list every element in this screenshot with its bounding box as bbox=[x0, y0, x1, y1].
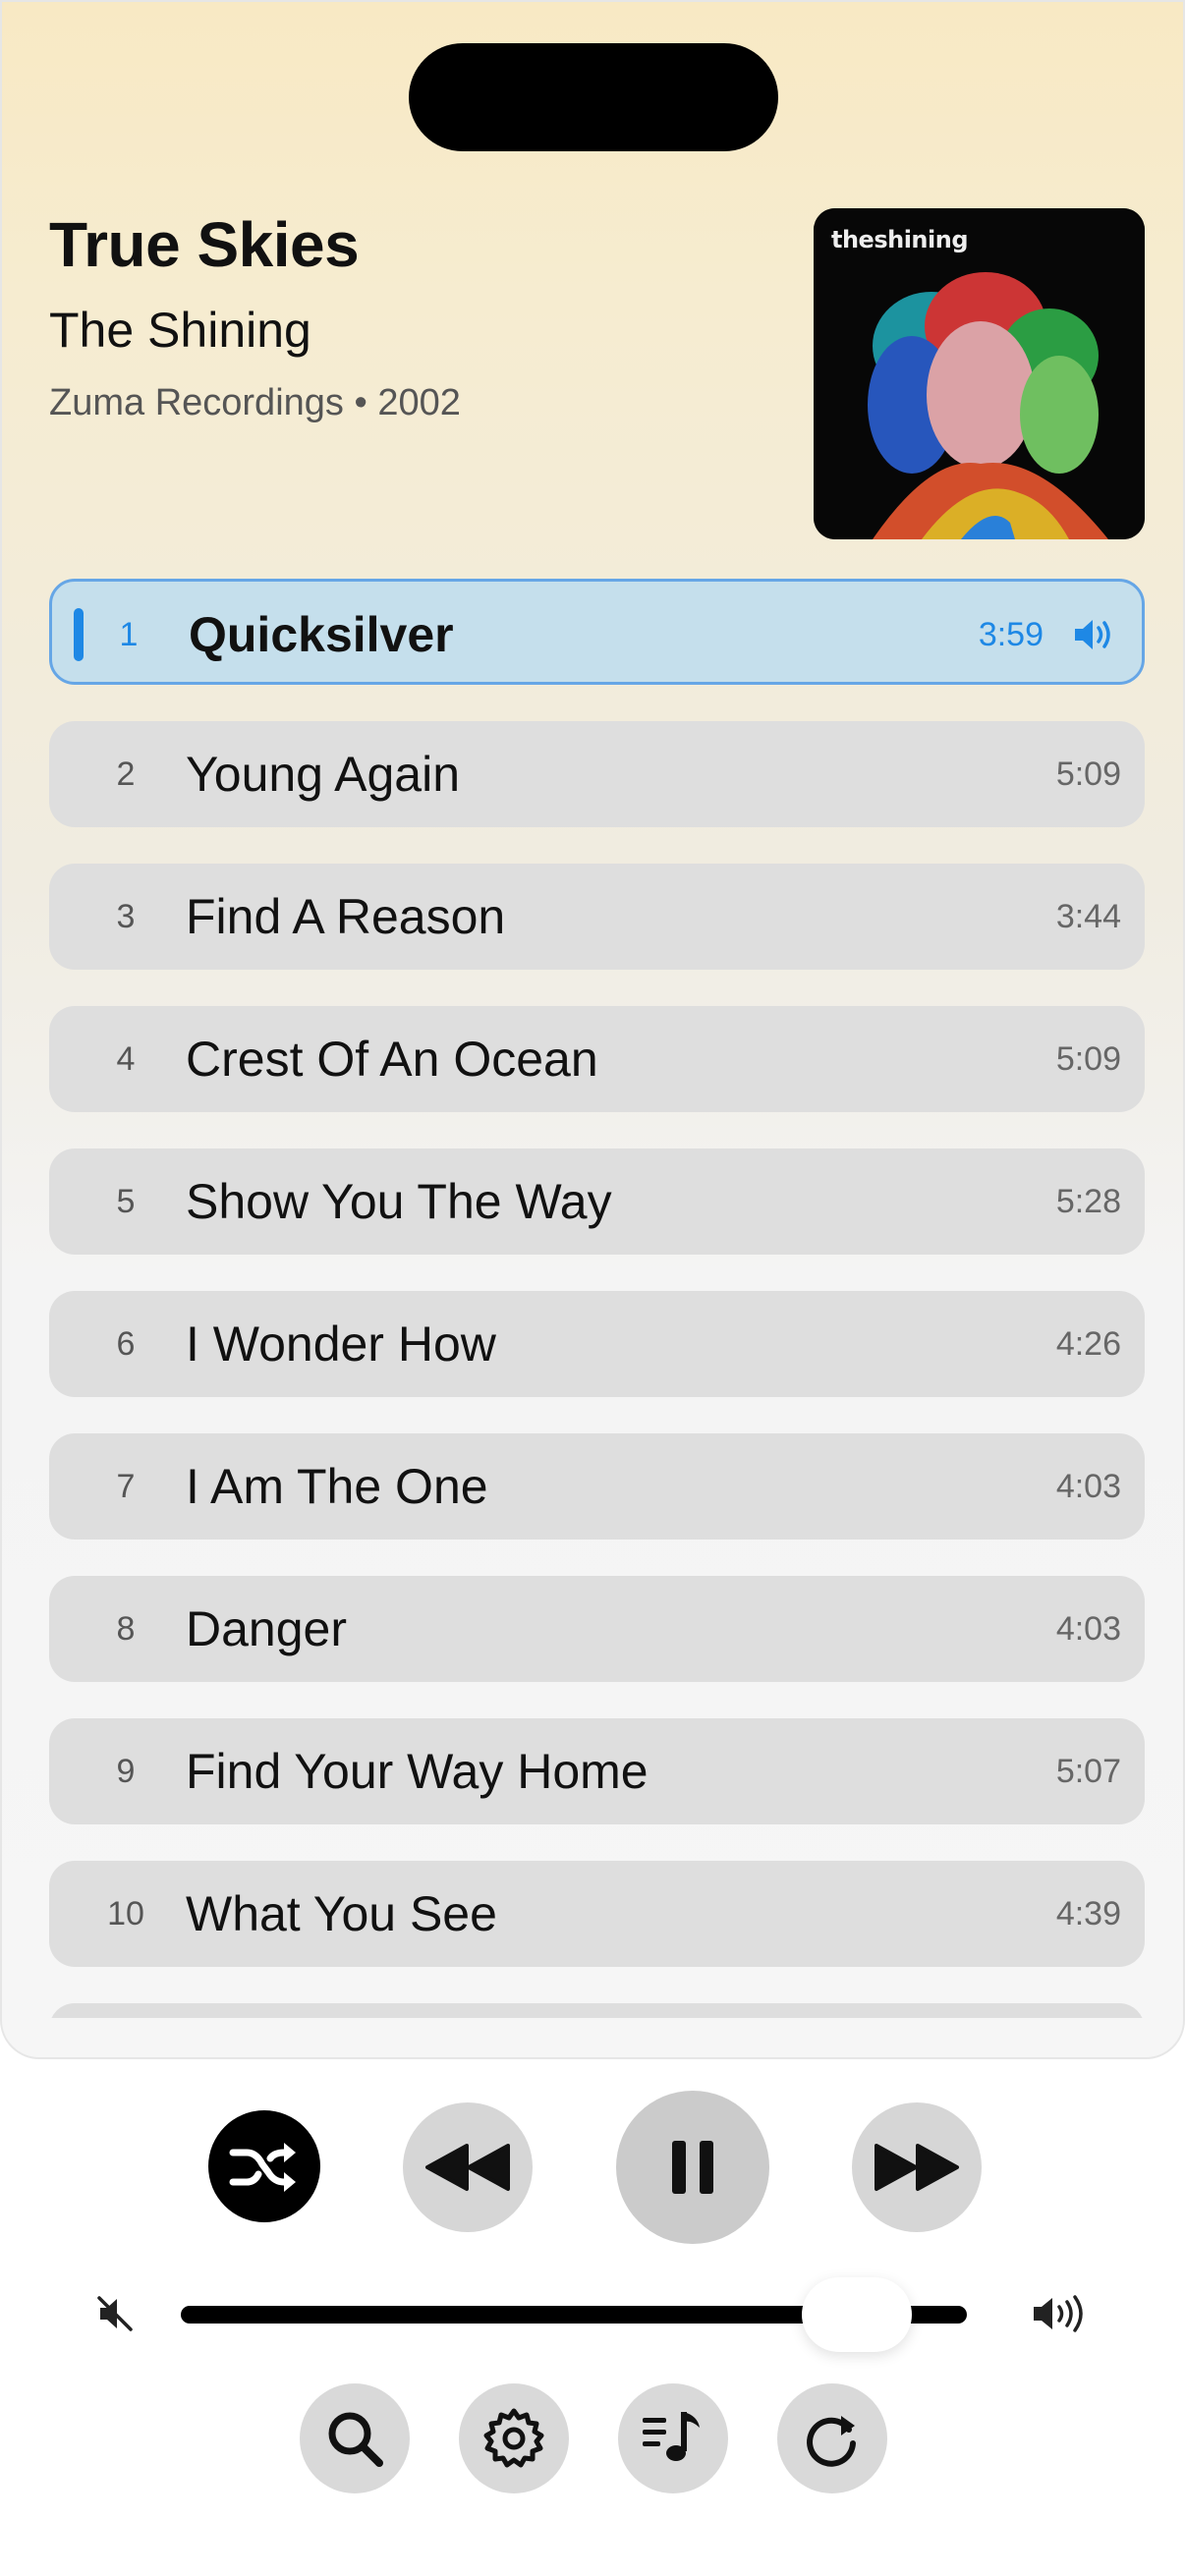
lyrics-queue-button[interactable] bbox=[618, 2383, 728, 2493]
track-list: 1 Quicksilver 3:59 2 Young Again 5:09 3 … bbox=[49, 579, 1145, 2018]
track-duration: 5:09 bbox=[1055, 756, 1121, 793]
track-row[interactable]: 9 Find Your Way Home 5:07 bbox=[49, 1718, 1145, 1824]
track-number: 6 bbox=[116, 1325, 136, 1363]
track-row-active[interactable]: 1 Quicksilver 3:59 bbox=[49, 579, 1145, 685]
track-title: Find A Reason bbox=[186, 889, 506, 944]
speaker-icon bbox=[1075, 620, 1110, 649]
search-button[interactable] bbox=[300, 2383, 410, 2493]
track-number: 7 bbox=[116, 1468, 136, 1505]
track-number: 5 bbox=[116, 1183, 136, 1220]
track-number: 9 bbox=[116, 1753, 136, 1790]
artist-name: The Shining bbox=[49, 303, 311, 358]
track-title: Young Again bbox=[186, 747, 461, 802]
track-number: 8 bbox=[116, 1610, 136, 1648]
track-title: Crest Of An Ocean bbox=[186, 1032, 598, 1087]
previous-button[interactable] bbox=[403, 2102, 533, 2232]
shuffle-button[interactable] bbox=[208, 2110, 320, 2222]
track-row[interactable]: 6 I Wonder How 4:26 bbox=[49, 1291, 1145, 1397]
track-row[interactable]: 10 What You See 4:39 bbox=[49, 1861, 1145, 1967]
track-duration: 4:03 bbox=[1055, 1610, 1121, 1648]
now-playing-indicator bbox=[74, 608, 84, 661]
repeat-button[interactable] bbox=[777, 2383, 887, 2493]
track-number: 1 bbox=[119, 616, 139, 653]
track-title: I Wonder How bbox=[186, 1316, 496, 1372]
track-row[interactable]: 3 Find A Reason 3:44 bbox=[49, 864, 1145, 970]
album-cover[interactable]: theshining bbox=[814, 208, 1145, 539]
music-list-icon bbox=[643, 2412, 700, 2461]
volume-icon[interactable] bbox=[1032, 2293, 1093, 2334]
album-card: True Skies The Shining Zuma Recordings •… bbox=[0, 0, 1185, 2059]
search-icon bbox=[328, 2412, 383, 2467]
track-duration: 5:07 bbox=[1055, 1753, 1121, 1790]
settings-button[interactable] bbox=[459, 2383, 569, 2493]
fast-forward-icon bbox=[875, 2144, 959, 2191]
track-duration: 5:28 bbox=[1055, 1183, 1121, 1220]
track-title: Danger bbox=[186, 1601, 347, 1656]
track-row[interactable]: 4 Crest Of An Ocean 5:09 bbox=[49, 1006, 1145, 1112]
track-title: Find Your Way Home bbox=[186, 1744, 649, 1799]
volume-slider-thumb[interactable] bbox=[802, 2277, 912, 2352]
label-year: Zuma Recordings • 2002 bbox=[49, 382, 461, 423]
repeat-icon bbox=[807, 2416, 856, 2467]
track-title: Quicksilver bbox=[189, 607, 454, 662]
track-duration: 4:26 bbox=[1055, 1325, 1121, 1363]
track-duration: 5:09 bbox=[1055, 1040, 1121, 1078]
track-number: 3 bbox=[116, 898, 136, 935]
pause-button[interactable] bbox=[616, 2091, 769, 2244]
cover-logo-text: theshining bbox=[831, 226, 969, 253]
track-title: What You See bbox=[186, 1886, 497, 1941]
track-row[interactable]: 5 Show You The Way 5:28 bbox=[49, 1148, 1145, 1255]
album-cover-art bbox=[814, 208, 1145, 539]
track-duration: 3:59 bbox=[978, 616, 1044, 653]
track-duration: 3:44 bbox=[1055, 898, 1121, 935]
track-number: 4 bbox=[116, 1040, 136, 1078]
mute-icon[interactable] bbox=[96, 2295, 134, 2332]
track-duration: 4:39 bbox=[1055, 1895, 1121, 1932]
track-number: 10 bbox=[107, 1895, 144, 1932]
track-title: I Am The One bbox=[186, 1459, 488, 1514]
track-row[interactable]: 8 Danger 4:03 bbox=[49, 1576, 1145, 1682]
rewind-icon bbox=[425, 2144, 510, 2191]
track-number: 2 bbox=[116, 756, 136, 793]
dynamic-island bbox=[409, 43, 778, 151]
track-row[interactable]: 2 Young Again 5:09 bbox=[49, 721, 1145, 827]
track-title: Show You The Way bbox=[186, 1174, 612, 1229]
track-row[interactable]: 7 I Am The One 4:03 bbox=[49, 1433, 1145, 1540]
gear-icon bbox=[483, 2408, 544, 2468]
track-row-partial[interactable] bbox=[49, 2003, 1145, 2018]
next-button[interactable] bbox=[852, 2102, 982, 2232]
pause-icon bbox=[672, 2141, 713, 2194]
shuffle-icon bbox=[229, 2143, 296, 2192]
album-title: True Skies bbox=[49, 209, 360, 280]
track-duration: 4:03 bbox=[1055, 1468, 1121, 1505]
